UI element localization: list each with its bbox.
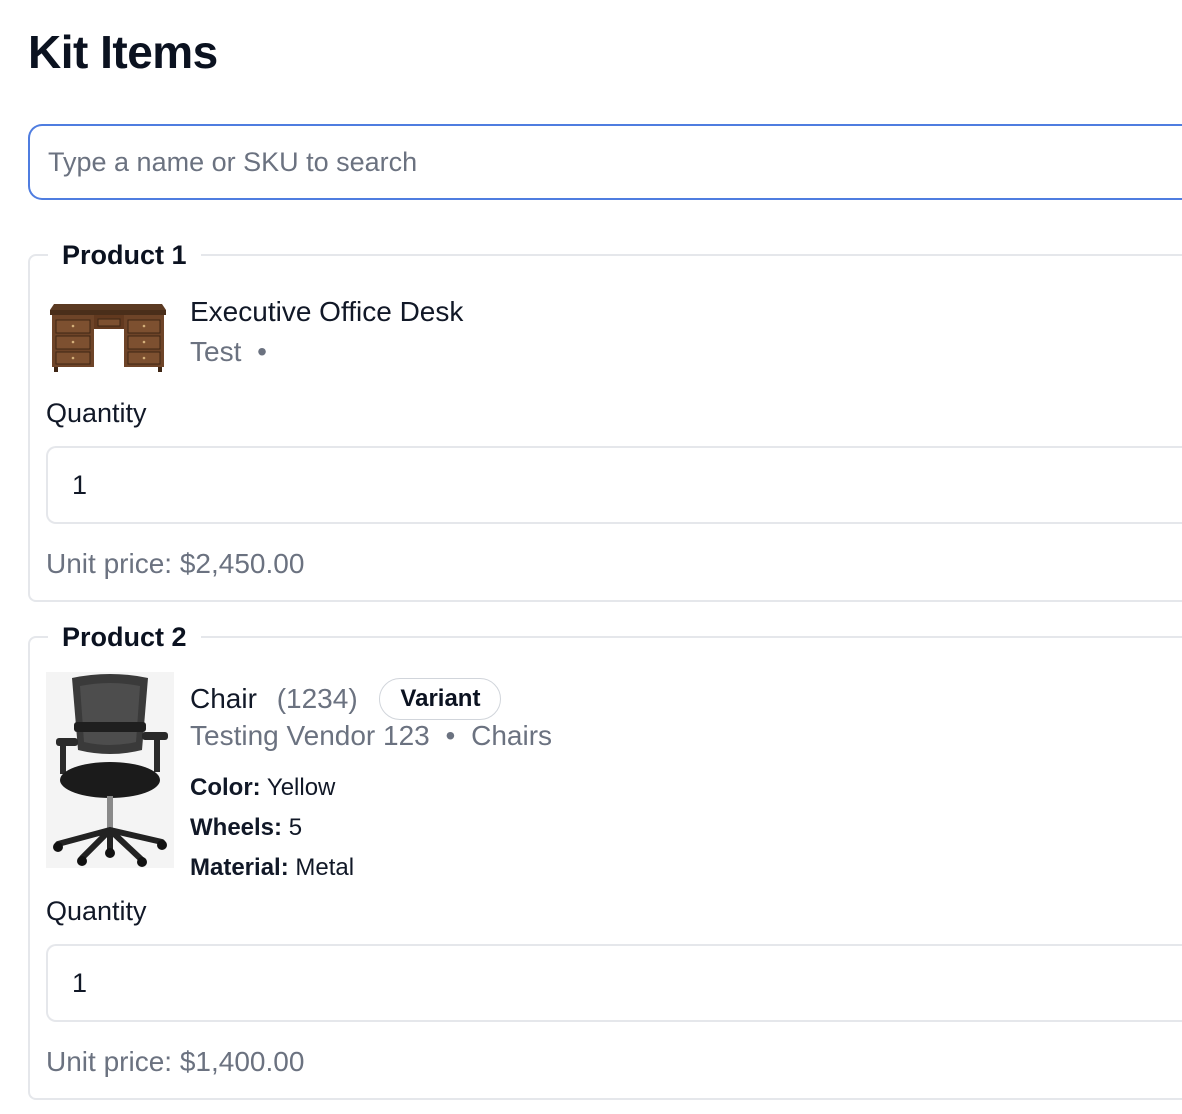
desk-image xyxy=(50,304,166,372)
unit-price: Unit price: $2,450.00 xyxy=(46,548,304,580)
unit-price-label: Unit price: xyxy=(46,1046,173,1077)
search-box[interactable] xyxy=(28,124,1182,200)
quantity-label: Quantity xyxy=(46,398,147,428)
product-card: Product 2 Chair (1234) Variant Testing V… xyxy=(28,622,1182,1100)
unit-price: Unit price: $1,400.00 xyxy=(46,1046,304,1078)
quantity-input[interactable] xyxy=(48,946,1182,1020)
unit-price-value: $2,450.00 xyxy=(179,548,305,579)
product-name-row: Chair (1234) Variant xyxy=(190,678,502,720)
product-legend: Product 1 xyxy=(62,240,187,270)
attribute-value: 5 xyxy=(288,814,303,841)
vendor-name: Testing Vendor 123 xyxy=(190,720,430,751)
product-legend: Product 2 xyxy=(62,622,187,652)
meta-separator: • xyxy=(257,336,267,367)
attribute-row: Wheels: 5 xyxy=(190,814,302,842)
quantity-field[interactable] xyxy=(46,446,1182,524)
vendor-name: Test xyxy=(190,336,242,367)
quantity-field[interactable] xyxy=(46,944,1182,1022)
attribute-row: Color: Yellow xyxy=(190,774,335,802)
category-name: Chairs xyxy=(471,720,553,751)
meta-separator: • xyxy=(445,720,456,751)
product-meta: Testing Vendor 123 • Chairs xyxy=(190,720,552,752)
attribute-key: Material: xyxy=(190,854,289,881)
page-title: Kit Items xyxy=(28,26,218,78)
search-input[interactable] xyxy=(30,126,1182,198)
attribute-key: Color: xyxy=(190,774,261,801)
unit-price-value: $1,400.00 xyxy=(179,1046,305,1077)
variant-badge: Variant xyxy=(379,678,502,720)
product-meta: Test • xyxy=(190,336,275,368)
attribute-value: Metal xyxy=(295,854,355,881)
product-name: Chair xyxy=(190,683,257,714)
product-card: Product 1 Executive Office Desk Test • Q… xyxy=(28,240,1182,602)
product-name: Executive Office Desk xyxy=(190,296,464,327)
attribute-key: Wheels: xyxy=(190,814,283,841)
attribute-value: Yellow xyxy=(266,774,336,801)
attribute-row: Material: Metal xyxy=(190,854,354,882)
product-sku: (1234) xyxy=(276,683,358,714)
unit-price-label: Unit price: xyxy=(46,548,173,579)
office-chair-image xyxy=(46,672,174,868)
quantity-label: Quantity xyxy=(46,896,147,926)
quantity-input[interactable] xyxy=(48,448,1182,522)
